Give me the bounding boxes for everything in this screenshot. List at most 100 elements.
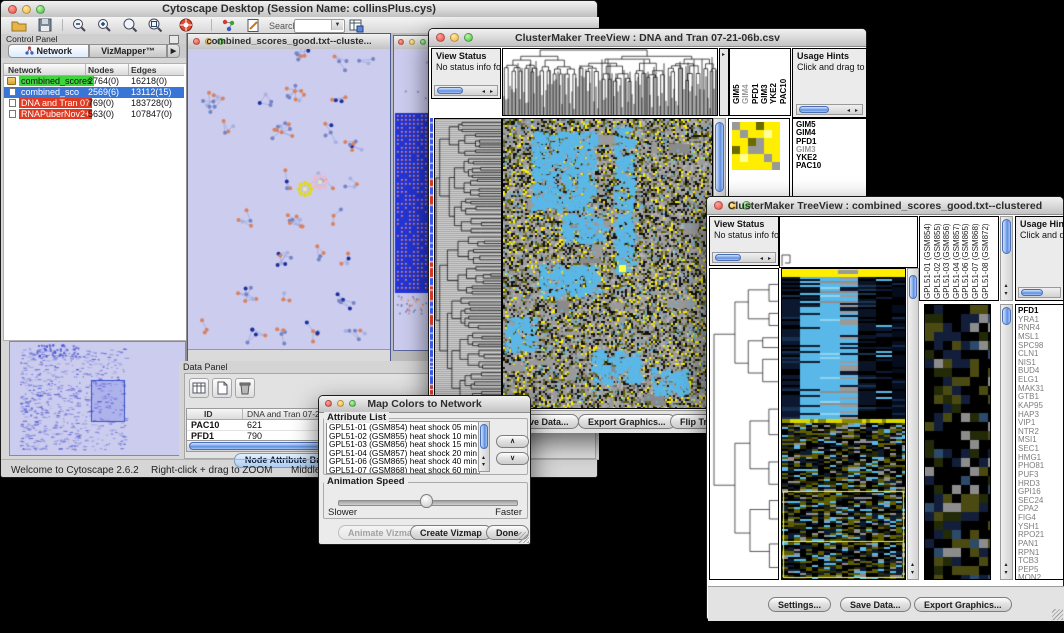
tv2-zoom-heatmap[interactable] [924,304,991,580]
tv1-arrow-strip[interactable]: ▸ [719,48,729,116]
speed-slider-thumb[interactable] [420,494,433,508]
trash-icon[interactable] [235,378,255,398]
vscroll-thumb[interactable] [909,275,917,299]
search-dropdown-icon[interactable]: ▼ [331,20,343,30]
network-table-row[interactable]: RNAPuberNov2+563(0)107847(0) [4,109,184,120]
scroll-down-icon[interactable]: ▾ [1005,291,1008,297]
tv2-row-dendrogram[interactable] [709,268,779,580]
save-data-button[interactable]: Save Data... [840,597,911,612]
column-label[interactable]: GPL51-08 (GSM872) [981,223,990,299]
scroll-down-icon[interactable]: ▾ [482,462,485,468]
tv2-top-vscrollbar[interactable]: ▴ ▾ [1000,216,1013,301]
network-hscrollbar[interactable] [188,349,390,361]
attribute-list-item[interactable]: GPL51-07 (GSM868) heat shock 60 min [329,466,479,474]
create-vizmap-button[interactable]: Create Vizmap [410,525,492,540]
usage-hints-hscrollbar[interactable]: ◂ ▸ [796,104,863,115]
export-graphics-button[interactable]: Export Graphics... [914,597,1012,612]
zoom-in-button[interactable] [96,18,112,33]
column-label[interactable]: GPL51-03 (GSM856) [942,223,951,299]
zoom-heatmap-canvas[interactable] [925,305,990,579]
zoom-icon[interactable] [420,39,426,45]
column-dendrogram-canvas[interactable] [503,49,717,115]
network-canvas[interactable] [188,49,390,349]
scroll-down-icon[interactable]: ▾ [911,570,914,576]
new-document-icon[interactable] [212,378,232,398]
tv2-zoom-vscrollbar[interactable]: ▴ ▾ [1000,304,1013,580]
column-label[interactable]: GIM3 [760,84,769,104]
view-status-hscrollbar[interactable]: ◂ ▸ [712,252,776,263]
float-panel-icon[interactable] [169,35,179,44]
row-dendrogram-canvas[interactable] [710,269,778,579]
tv1-heatmap[interactable] [502,118,713,409]
resize-grip[interactable] [518,532,529,543]
hscroll-thumb[interactable] [1021,289,1043,296]
data-table-icon[interactable] [189,378,209,398]
minimize-icon[interactable] [409,39,415,45]
scroll-right-icon[interactable]: ▸ [722,52,725,58]
scroll-right-icon[interactable]: ▸ [855,108,858,114]
column-label[interactable]: GPL51-01 (GSM854) [923,223,932,299]
hscroll-thumb[interactable] [715,254,741,261]
move-up-button[interactable]: ∧ [496,435,529,448]
zoom-fit-button[interactable] [122,18,138,33]
scroll-right-icon[interactable]: ▸ [768,256,771,262]
hscroll-thumb[interactable] [437,87,463,94]
column-label[interactable]: GIM4 [741,84,750,104]
search-input[interactable] [296,20,330,30]
tv2-column-dendrogram[interactable] [779,216,918,268]
column-label[interactable]: PAC10 [779,79,788,104]
column-label[interactable]: GPL51-07 (GSM868) [971,223,980,299]
hscroll-thumb[interactable] [799,106,829,113]
network-table-row[interactable]: DNA and Tran 07769(0)183728(0) [4,98,184,109]
column-label[interactable]: GPL51-04 (GSM857) [952,223,961,299]
save-button[interactable] [37,18,53,33]
close-icon[interactable] [398,39,404,45]
usage-hints-hscrollbar[interactable] [1018,287,1061,298]
heatmap-canvas[interactable] [503,119,712,408]
column-label[interactable]: GPL51-02 (GSM855) [933,223,942,299]
tv1-column-dendrogram[interactable] [502,48,718,116]
row-dendrogram-canvas[interactable] [435,119,501,408]
attribute-list-vscrollbar[interactable]: ▴ ▾ [478,421,490,472]
tab-vizmapper[interactable]: VizMapper™ [89,44,167,58]
column-dendrogram-canvas[interactable] [780,217,917,267]
export-graphics-button[interactable]: Export Graphics... [578,414,676,429]
column-label[interactable]: PFD1 [751,84,760,104]
zoom-row-label[interactable]: PAC10 [796,162,821,170]
tv2-heatmap-vscrollbar[interactable]: ▴ ▾ [907,268,919,580]
open-file-button[interactable] [11,18,27,33]
help-lifesaver-icon[interactable] [178,18,194,33]
zoom-matrix-canvas[interactable] [732,122,780,170]
scroll-left-icon[interactable]: ◂ [847,108,850,114]
column-label[interactable]: GIM5 [732,84,741,104]
vscroll-thumb[interactable] [1002,219,1011,254]
move-down-button[interactable]: ∨ [496,452,529,465]
scroll-up-icon[interactable]: ▴ [1005,283,1008,289]
zoom-selected-button[interactable] [147,18,163,33]
vscroll-thumb[interactable] [715,122,724,192]
scroll-up-icon[interactable]: ▴ [482,455,485,461]
network-table-header[interactable]: Network Nodes Edges [4,64,184,76]
view-status-hscrollbar[interactable]: ◂ ▸ [434,85,498,96]
scroll-up-icon[interactable]: ▴ [1005,562,1008,568]
scroll-right-icon[interactable]: ▸ [490,89,493,95]
column-label[interactable]: YKE2 [769,83,778,104]
network-nodes-icon[interactable] [221,18,237,33]
attribute-list[interactable]: GPL51-01 (GSM854) heat shock 05 minGPL51… [326,421,480,474]
birdseye-view[interactable] [9,341,186,456]
scroll-up-icon[interactable]: ▴ [911,562,914,568]
resize-grip[interactable] [1052,609,1063,620]
scroll-left-icon[interactable]: ◂ [760,256,763,262]
scroll-down-icon[interactable]: ▾ [1005,570,1008,576]
zoom-out-button[interactable] [71,18,87,33]
settings-button[interactable]: Settings... [768,597,831,612]
tv1-row-dendrogram[interactable] [434,118,502,409]
scroll-left-icon[interactable]: ◂ [482,89,485,95]
gene-label[interactable]: MON2 [1018,574,1044,580]
birdseye-canvas[interactable] [10,342,183,453]
tv2-heatmap[interactable] [781,268,906,580]
vscroll-thumb[interactable] [480,424,488,449]
network-table-row[interactable]: combined_scores2764(0)16218(0) [4,76,184,87]
annotation-icon[interactable] [245,18,261,33]
heatmap-canvas[interactable] [782,269,905,579]
